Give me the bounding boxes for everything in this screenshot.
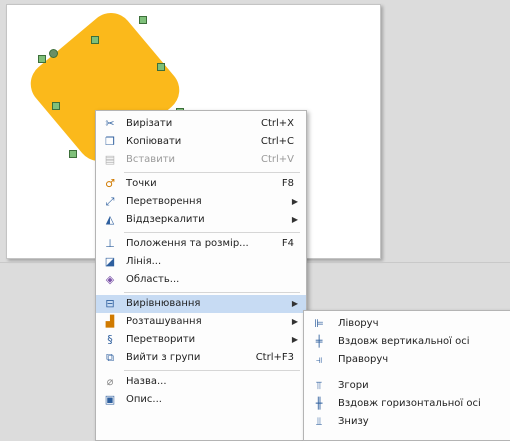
menu-item-label: Перетворення xyxy=(126,196,202,207)
menu-separator xyxy=(124,172,300,173)
menu-item-label: Вздовж вертикальної осі xyxy=(338,336,470,347)
menu-item-label: Згори xyxy=(338,380,369,391)
menu-item-label: Віддзеркалити xyxy=(126,214,205,225)
menu-separator xyxy=(124,232,300,233)
menu-item-align[interactable]: ⊟ Вирівнювання ▶ xyxy=(96,295,306,313)
submenu-arrow-icon: ▶ xyxy=(291,299,298,308)
menu-separator xyxy=(124,370,300,371)
submenu-item-align-top[interactable]: ⫪ Згори xyxy=(304,377,510,395)
menu-item-description[interactable]: ▣ Опис... xyxy=(96,391,306,409)
flip-icon: ◭ xyxy=(105,213,115,226)
menu-item-name[interactable]: ⌀ Назва... xyxy=(96,373,306,391)
menu-item-line[interactable]: ◪ Лінія... xyxy=(96,253,306,271)
submenu-arrow-icon: ▶ xyxy=(291,335,298,344)
menu-item-label: Вздовж горизонтальної осі xyxy=(338,398,481,409)
selection-handle[interactable] xyxy=(139,16,147,24)
menu-item-cut[interactable]: ✂ Вирізати Ctrl+X xyxy=(96,115,306,133)
align-icon: ⊟ xyxy=(105,297,115,310)
align-bottom-icon: ⫫ xyxy=(315,415,323,428)
menu-item-label: Копіювати xyxy=(126,136,182,147)
exit-group-icon: ⧉ xyxy=(106,351,114,364)
align-center-vertical-icon: ╪ xyxy=(315,335,323,348)
menu-item-exit-group[interactable]: ⧉ Вийти з групи Ctrl+F3 xyxy=(96,349,306,367)
menu-item-label: Розташування xyxy=(126,316,202,327)
menu-item-label: Лінія... xyxy=(126,256,162,267)
copy-icon: ❐ xyxy=(105,135,115,148)
submenu-arrow-icon: ▶ xyxy=(291,317,298,326)
menu-item-points[interactable]: ♂ Точки F8 xyxy=(96,175,306,193)
description-icon: ▣ xyxy=(104,393,116,406)
menu-item-transform[interactable]: § Перетворити ▶ xyxy=(96,331,306,349)
menu-item-label: Вирівнювання xyxy=(126,298,201,309)
align-top-icon: ⫪ xyxy=(315,379,323,392)
submenu-arrow-icon: ▶ xyxy=(291,197,298,206)
name-tag-icon: ⌀ xyxy=(106,375,114,388)
position-size-icon: ⊥ xyxy=(105,237,115,250)
scissors-icon: ✂ xyxy=(105,117,115,130)
submenu-item-align-left[interactable]: ⊫ Ліворуч xyxy=(304,315,510,333)
rotation-handle[interactable] xyxy=(49,49,58,58)
selection-handle[interactable] xyxy=(157,63,165,71)
transform-icon: § xyxy=(107,333,113,346)
selection-handle[interactable] xyxy=(38,55,46,63)
selection-handle[interactable] xyxy=(52,102,60,110)
points-icon: ♂ xyxy=(105,177,115,190)
menu-item-label: Знизу xyxy=(338,416,369,427)
submenu-item-align-right[interactable]: ⫣ Праворуч xyxy=(304,351,510,369)
align-center-horizontal-icon: ╫ xyxy=(315,397,323,410)
menu-item-label: Праворуч xyxy=(338,354,389,365)
menu-item-position-size[interactable]: ⊥ Положення та розмір... F4 xyxy=(96,235,306,253)
context-menu: ✂ Вирізати Ctrl+X ❐ Копіювати Ctrl+C ▤ В… xyxy=(95,110,307,441)
menu-item-shortcut: F4 xyxy=(281,238,294,249)
align-left-icon: ⊫ xyxy=(314,317,324,330)
menu-item-paste[interactable]: ▤ Вставити Ctrl+V xyxy=(96,151,306,169)
menu-item-shortcut: Ctrl+C xyxy=(260,136,294,147)
submenu-item-align-center-vertical[interactable]: ╪ Вздовж вертикальної осі xyxy=(304,333,510,351)
menu-item-shortcut: Ctrl+F3 xyxy=(255,352,294,363)
menu-item-label: Вийти з групи xyxy=(126,352,201,363)
menu-item-label: Ліворуч xyxy=(338,318,379,329)
menu-item-label: Вставити xyxy=(126,154,176,165)
line-icon: ◪ xyxy=(104,255,116,268)
selection-handle[interactable] xyxy=(91,36,99,44)
submenu-item-align-center-horizontal[interactable]: ╫ Вздовж горизонтальної осі xyxy=(304,395,510,413)
submenu-arrow-icon: ▶ xyxy=(291,215,298,224)
menu-separator xyxy=(124,292,300,293)
menu-item-label: Назва... xyxy=(126,376,167,387)
arrange-icon: ▟ xyxy=(105,315,115,328)
area-fill-icon: ◈ xyxy=(105,273,115,286)
align-submenu: ⊫ Ліворуч ╪ Вздовж вертикальної осі ⫣ Пр… xyxy=(303,310,510,441)
menu-item-label: Положення та розмір... xyxy=(126,238,249,249)
menu-item-label: Опис... xyxy=(126,394,162,405)
align-right-icon: ⫣ xyxy=(315,353,323,366)
submenu-item-align-bottom[interactable]: ⫫ Знизу xyxy=(304,413,510,431)
menu-item-flip[interactable]: ◭ Віддзеркалити ▶ xyxy=(96,211,306,229)
menu-item-shortcut: Ctrl+X xyxy=(260,118,294,129)
selection-handle[interactable] xyxy=(69,150,77,158)
menu-item-convert[interactable]: ⤢ Перетворення ▶ xyxy=(96,193,306,211)
menu-item-shortcut: Ctrl+V xyxy=(260,154,294,165)
menu-item-label: Точки xyxy=(126,178,157,189)
menu-item-label: Вирізати xyxy=(126,118,173,129)
menu-item-area[interactable]: ◈ Область... xyxy=(96,271,306,289)
menu-item-shortcut: F8 xyxy=(281,178,294,189)
menu-item-label: Перетворити xyxy=(126,334,196,345)
menu-item-label: Область... xyxy=(126,274,180,285)
menu-item-arrange[interactable]: ▟ Розташування ▶ xyxy=(96,313,306,331)
menu-item-copy[interactable]: ❐ Копіювати Ctrl+C xyxy=(96,133,306,151)
paste-icon: ▤ xyxy=(104,153,116,166)
convert-icon: ⤢ xyxy=(105,195,115,208)
